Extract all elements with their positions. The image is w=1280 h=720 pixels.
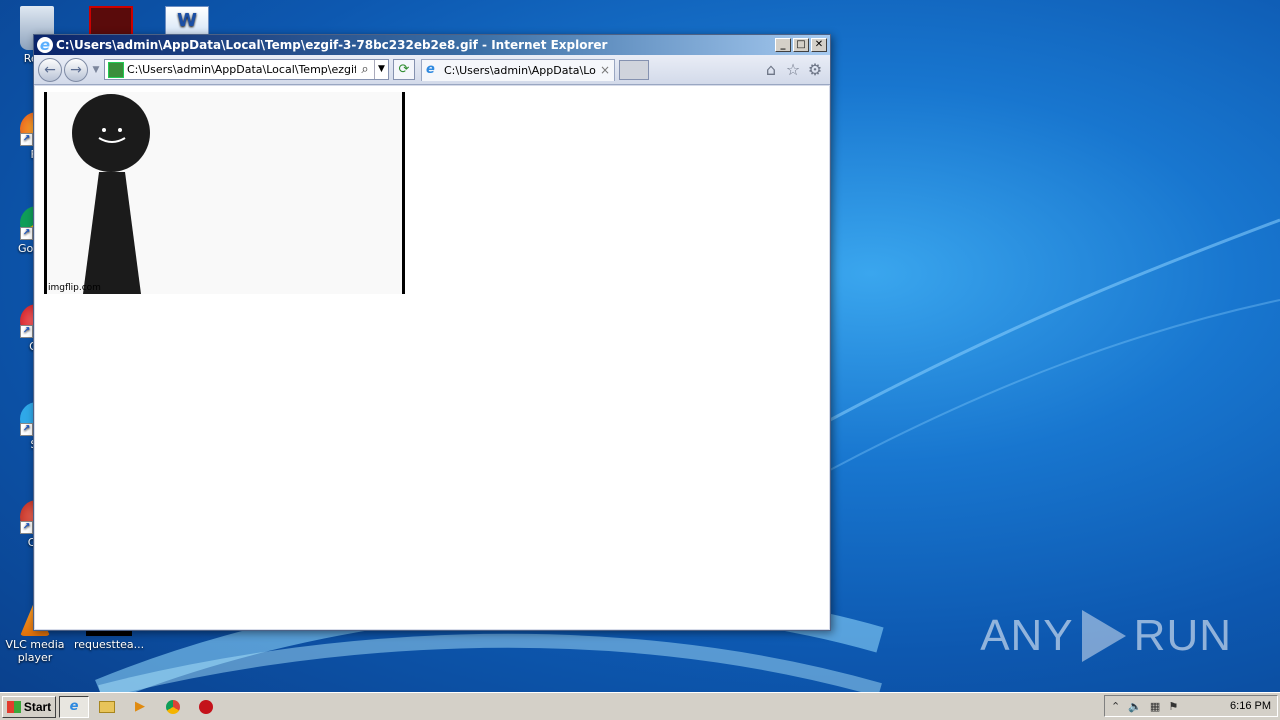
back-button[interactable]: ← xyxy=(38,57,62,82)
folder-icon xyxy=(99,700,115,713)
taskbar-opera-button[interactable] xyxy=(191,696,221,718)
media-player-icon: ▶ xyxy=(135,699,145,714)
history-dropdown-icon[interactable]: ▼ xyxy=(90,65,102,75)
desktop-icon-word[interactable]: W xyxy=(152,6,222,36)
action-center-flag-icon[interactable]: ⚑ xyxy=(1168,700,1178,713)
tab-active[interactable]: e C:\Users\admin\AppData\Lo... × xyxy=(421,58,615,81)
forward-button[interactable]: → xyxy=(64,57,88,82)
ie-icon: e xyxy=(69,699,79,714)
desktop-icon-acrobat[interactable] xyxy=(76,6,146,36)
shortcut-arrow-icon: ↗ xyxy=(20,133,33,146)
tab-close-icon[interactable]: × xyxy=(600,63,610,77)
system-tray: ⌃ 🔈 ▦ ⚑ 6:16 PM xyxy=(1104,695,1278,717)
ie-window: e C:\Users\admin\AppData\Local\Temp\ezgi… xyxy=(33,34,831,631)
network-icon[interactable]: ▦ xyxy=(1150,700,1160,713)
minimize-button[interactable]: _ xyxy=(775,38,791,52)
word-icon: W xyxy=(165,6,209,36)
ie-tab-icon: e xyxy=(426,62,435,77)
play-logo-icon xyxy=(1081,610,1126,662)
stick-figure-image xyxy=(72,94,150,294)
maximize-button[interactable]: □ xyxy=(793,38,809,52)
refresh-button[interactable]: ⟳ xyxy=(393,59,415,80)
taskbar-chrome-button[interactable] xyxy=(158,696,188,718)
start-button[interactable]: Start xyxy=(2,695,56,718)
page-content: imgflip.com xyxy=(35,86,829,629)
stop-icon xyxy=(199,699,213,714)
windows-logo-icon xyxy=(6,700,21,713)
volume-icon[interactable]: 🔈 xyxy=(1128,700,1142,713)
ie-logo-icon: e xyxy=(37,37,53,53)
search-icon[interactable]: ⌕ xyxy=(356,62,374,77)
pdf-icon xyxy=(89,6,133,36)
window-title: C:\Users\admin\AppData\Local\Temp\ezgif-… xyxy=(56,38,608,52)
chrome-icon xyxy=(166,699,180,714)
shortcut-arrow-icon: ↗ xyxy=(20,227,33,240)
page-favicon-icon xyxy=(108,61,124,78)
gear-icon[interactable]: ⚙ xyxy=(804,60,826,79)
address-dropdown-icon[interactable]: ▼ xyxy=(374,60,388,79)
address-input[interactable] xyxy=(127,63,356,76)
shortcut-arrow-icon: ↗ xyxy=(20,423,33,436)
shortcut-arrow-icon: ↗ xyxy=(20,325,33,338)
taskbar-media-player-button[interactable]: ▶ xyxy=(125,696,155,718)
address-bar[interactable]: ⌕ ▼ xyxy=(104,59,389,80)
title-bar[interactable]: e C:\Users\admin\AppData\Local\Temp\ezgi… xyxy=(34,35,830,55)
show-hidden-icons-icon[interactable]: ⌃ xyxy=(1111,700,1120,713)
gif-image: imgflip.com xyxy=(44,92,405,294)
taskbar-ie-button[interactable]: e xyxy=(59,695,89,718)
anyrun-watermark: ANY RUN xyxy=(980,610,1232,662)
imgflip-watermark: imgflip.com xyxy=(48,283,101,293)
tab-label: C:\Users\admin\AppData\Lo... xyxy=(444,63,596,77)
taskbar: Start e ▶ ⌃ 🔈 ▦ ⚑ 6:16 PM xyxy=(0,692,1280,720)
new-tab-button[interactable] xyxy=(619,59,649,80)
clock[interactable]: 6:16 PM xyxy=(1230,700,1271,712)
home-icon[interactable]: ⌂ xyxy=(760,60,782,79)
favorites-star-icon[interactable]: ☆ xyxy=(782,60,804,79)
shortcut-arrow-icon: ↗ xyxy=(20,521,33,534)
navigation-bar: ← → ▼ ⌕ ▼ ⟳ e C:\Users\admin\AppData\Lo.… xyxy=(34,55,830,85)
close-button[interactable]: ✕ xyxy=(811,38,827,52)
taskbar-explorer-button[interactable] xyxy=(92,696,122,718)
